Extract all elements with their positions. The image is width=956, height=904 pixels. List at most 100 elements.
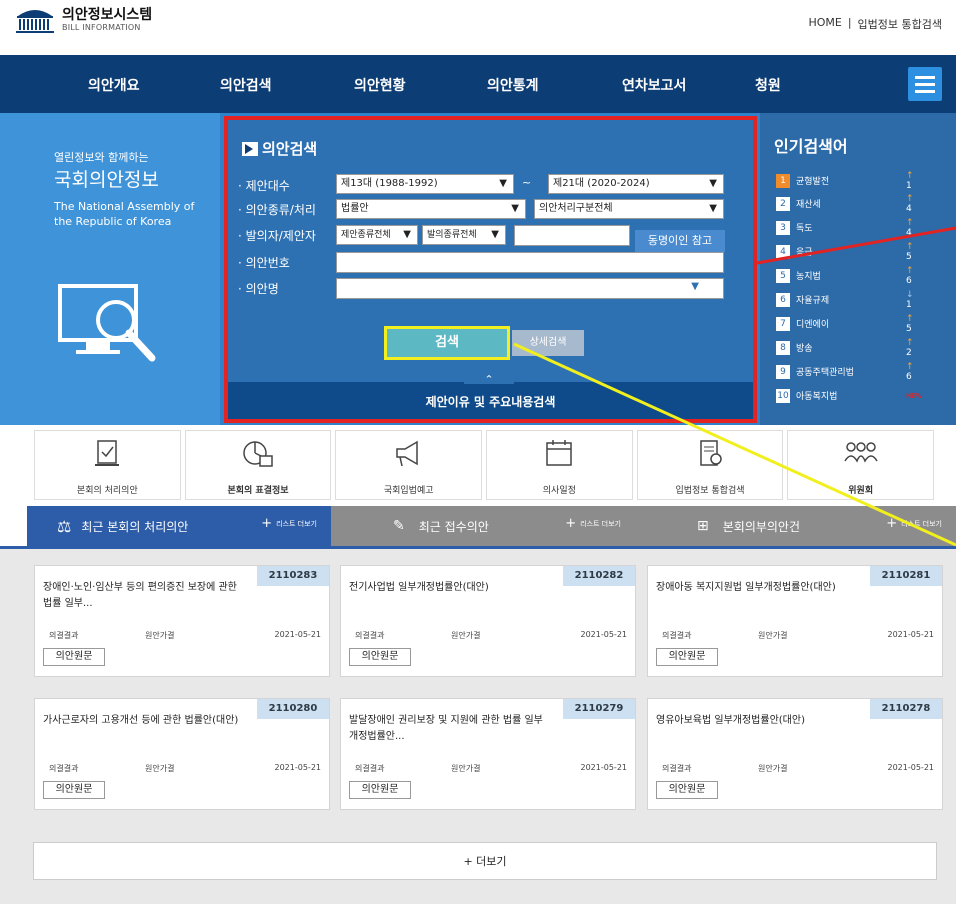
search-title-text: 의안검색 xyxy=(262,140,318,158)
hamburger-menu-icon[interactable] xyxy=(908,67,942,101)
trend-value: ↑ 4 xyxy=(906,217,914,238)
popular-item[interactable]: 7 디엔에이 ↑ 5 xyxy=(776,314,914,334)
detail-search-button[interactable]: 상세검색 xyxy=(512,330,584,356)
bill-card[interactable]: 2110279 발달장애인 권리보장 및 지원에 관한 법률 일부개정법률안..… xyxy=(340,698,636,810)
load-more-button[interactable]: + 더보기 xyxy=(33,842,937,880)
trend-value: ↑ 2 xyxy=(906,337,914,358)
bill-title[interactable]: 장애인·노인·임산부 등의 편의증진 보장에 관한 법률 일부... xyxy=(43,580,243,612)
bill-card[interactable]: 2110280 가사근로자의 고용개선 등에 관한 법률안(대안) 의결결과 원안… xyxy=(34,698,330,810)
trend-value: ↓ 1 xyxy=(906,289,914,310)
keyword-label: 균형발전 xyxy=(796,177,830,187)
rank-badge: 6 xyxy=(776,292,790,307)
quick-plenary-bills[interactable]: 본회의 처리의안 xyxy=(34,430,181,500)
bill-name-input[interactable]: ▼ xyxy=(336,278,724,299)
bill-title[interactable]: 가사근로자의 고용개선 등에 관한 법률안(대안) xyxy=(43,713,243,729)
nav-item-status[interactable]: 의안현황 xyxy=(354,75,406,95)
tab-label: 최근 본회의 처리의안 xyxy=(81,519,189,534)
popular-item[interactable]: 10 아동복지법 NEW xyxy=(776,388,923,403)
proposer-kind-select[interactable]: 제안종류전체 ▼ xyxy=(336,225,418,245)
bill-card[interactable]: 2110282 전기사업법 일부개정법률안(대안) 의결결과 원안가결 2021-0… xyxy=(340,565,636,677)
bill-title[interactable]: 전기사업법 일부개정법률안(대안) xyxy=(349,580,549,596)
nav-item-search[interactable]: 의안검색 xyxy=(220,75,272,95)
chevron-up-icon[interactable]: ^ xyxy=(464,374,514,384)
chevron-down-icon: ▼ xyxy=(511,203,519,214)
top-links: HOME | 입법정보 통합검색 xyxy=(808,16,942,32)
rank-badge: 7 xyxy=(776,316,790,331)
original-text-button[interactable]: 의안원문 xyxy=(656,781,718,799)
list-more-link[interactable]: + 리스트 더보기 xyxy=(886,516,942,531)
nav-item-stats[interactable]: 의안통계 xyxy=(487,75,539,95)
tab-plenary-agenda[interactable]: ⊞ 본회의부의안건 + 리스트 더보기 xyxy=(635,506,956,546)
process-select[interactable]: 의안처리구분전체 ▼ xyxy=(534,199,724,219)
search-button[interactable]: 검색 xyxy=(384,326,510,360)
quick-integrated-search[interactable]: 입법정보 통합검색 xyxy=(636,430,784,500)
popular-item[interactable]: 6 자율규제 ↓ 1 xyxy=(776,290,914,310)
popular-item[interactable]: 3 독도 ↑ 4 xyxy=(776,218,914,238)
original-text-button[interactable]: 의안원문 xyxy=(349,648,411,666)
original-text-button[interactable]: 의안원문 xyxy=(43,781,105,799)
chevron-down-icon: ▼ xyxy=(709,203,717,214)
rank-badge: 2 xyxy=(776,196,790,211)
arrow-up-icon: ↑ xyxy=(906,217,914,228)
session-to-select[interactable]: 제21대 (2020-2024) ▼ xyxy=(548,174,724,194)
rank-badge: 10 xyxy=(776,388,790,403)
popular-item[interactable]: 1 균형발전 ↑ 1 xyxy=(776,171,914,191)
popular-item[interactable]: 2 재산세 ↑ 4 xyxy=(776,194,914,214)
tab-recent-plenary[interactable]: ⚖ 최근 본회의 처리의안 + 리스트 더보기 xyxy=(27,506,331,546)
list-more-link[interactable]: + 리스트 더보기 xyxy=(565,516,621,531)
original-text-button[interactable]: 의안원문 xyxy=(656,648,718,666)
tab-label: 본회의부의안건 xyxy=(722,519,801,534)
original-text-button[interactable]: 의안원문 xyxy=(43,648,105,666)
bill-card[interactable]: 2110281 장애아동 복지지원법 일부개정법률안(대안) 의결결과 원안가결 2… xyxy=(647,565,943,677)
megaphone-icon xyxy=(395,440,418,467)
popular-item[interactable]: 9 공동주택관리법 ↑ 6 xyxy=(776,362,914,382)
quick-committee[interactable]: 위원회 xyxy=(787,430,935,500)
nav-item-petition[interactable]: 청원 xyxy=(755,75,781,95)
popular-item[interactable]: 8 방송 ↑ 2 xyxy=(776,338,914,358)
nav-item-annual-report[interactable]: 연차보고서 xyxy=(622,75,686,95)
popular-item[interactable]: 4 응급 ↑ 5 xyxy=(776,242,914,262)
original-text-button[interactable]: 의안원문 xyxy=(349,781,411,799)
bill-number: 2110278 xyxy=(870,699,942,719)
sponsor-kind-select[interactable]: 발의종류전체 ▼ xyxy=(422,225,506,245)
document-search-icon xyxy=(700,440,722,466)
trend-value: ↑ 6 xyxy=(906,265,914,286)
popular-item[interactable]: 5 농지법 ↑ 6 xyxy=(776,266,914,286)
reason-search-toggle[interactable]: ^ 제안이유 및 주요내용검색 xyxy=(228,374,753,419)
list-more-link[interactable]: + 리스트 더보기 xyxy=(261,516,317,531)
bill-number: 2110279 xyxy=(563,699,635,719)
same-name-button[interactable]: 동명이인 참고 xyxy=(635,230,725,252)
bill-number: 2110282 xyxy=(563,566,635,586)
home-link[interactable]: HOME xyxy=(808,16,841,32)
link-separator: | xyxy=(847,16,852,29)
calendar-icon xyxy=(546,440,573,466)
chevron-down-icon[interactable]: ▼ xyxy=(691,281,699,292)
proposer-name-input[interactable] xyxy=(514,225,630,246)
rank-badge: 9 xyxy=(776,364,790,379)
arrow-up-icon: ↑ xyxy=(906,265,914,276)
new-badge: NEW xyxy=(906,391,923,400)
bill-title[interactable]: 영유아보육법 일부개정법률안(대안) xyxy=(656,713,856,729)
bill-card[interactable]: 2110283 장애인·노인·임산부 등의 편의증진 보장에 관한 법률 일부.… xyxy=(34,565,330,677)
quick-vote-info[interactable]: 본회의 표결정보 xyxy=(184,430,332,500)
bill-number: 2110280 xyxy=(257,699,329,719)
quick-schedule[interactable]: 의사일정 xyxy=(486,430,633,500)
chevron-down-icon: ▼ xyxy=(499,178,507,189)
bill-number-input[interactable] xyxy=(336,252,724,273)
bill-tabs: ⚖ 최근 본회의 처리의안 + 리스트 더보기 ✎ 최근 접수의안 + 리스트 … xyxy=(0,506,956,550)
tab-recent-received[interactable]: ✎ 최근 접수의안 + 리스트 더보기 xyxy=(331,506,635,546)
site-logo[interactable]: 의안정보시스템 BILL INFORMATION xyxy=(14,6,152,34)
hero-intro: 열린정보와 함께하는 국회의안정보 The National Assembly … xyxy=(0,113,220,425)
session-from-select[interactable]: 제13대 (1988-1992) ▼ xyxy=(336,174,514,194)
rank-badge: 5 xyxy=(776,268,790,283)
nav-item-overview[interactable]: 의안개요 xyxy=(88,75,140,95)
bill-title[interactable]: 장애아동 복지지원법 일부개정법률안(대안) xyxy=(656,580,856,596)
bill-title[interactable]: 발달장애인 권리보장 및 지원에 관한 법률 일부개정법률안... xyxy=(349,713,549,745)
keyword-label: 공동주택관리법 xyxy=(796,368,854,378)
integrated-search-link[interactable]: 입법정보 통합검색 xyxy=(858,16,942,32)
chevron-down-icon: ▼ xyxy=(403,229,411,240)
bill-card[interactable]: 2110278 영유아보육법 일부개정법률안(대안) 의결결과 원안가결 2021-… xyxy=(647,698,943,810)
search-title: 의안검색 xyxy=(242,138,317,159)
quick-legislative-notice[interactable]: 국회입법예고 xyxy=(335,430,483,500)
bill-kind-select[interactable]: 법률안 ▼ xyxy=(336,199,526,219)
